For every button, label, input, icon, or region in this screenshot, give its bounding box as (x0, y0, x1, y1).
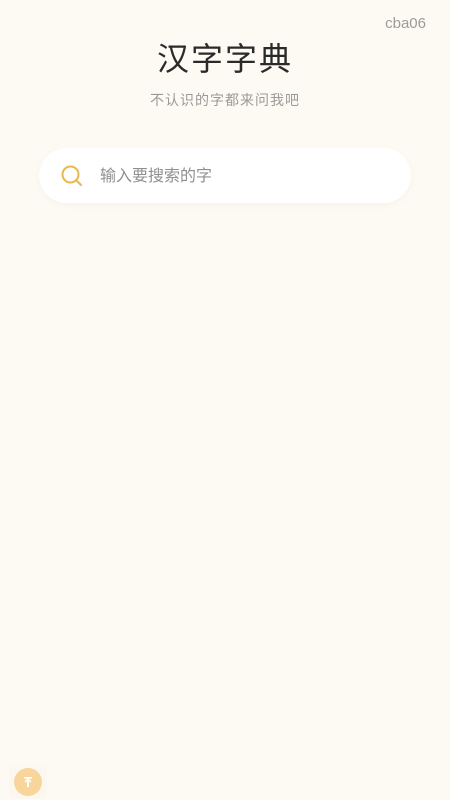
floating-action-button[interactable] (9, 765, 47, 799)
search-icon (60, 164, 84, 188)
pin-icon (14, 768, 42, 796)
page-subtitle: 不认识的字都来问我吧 (150, 93, 300, 109)
search-bar[interactable] (39, 148, 411, 203)
page-title: 汉字字典 (156, 40, 293, 78)
search-input[interactable] (98, 165, 411, 186)
version-tag: cba06 (385, 15, 426, 32)
